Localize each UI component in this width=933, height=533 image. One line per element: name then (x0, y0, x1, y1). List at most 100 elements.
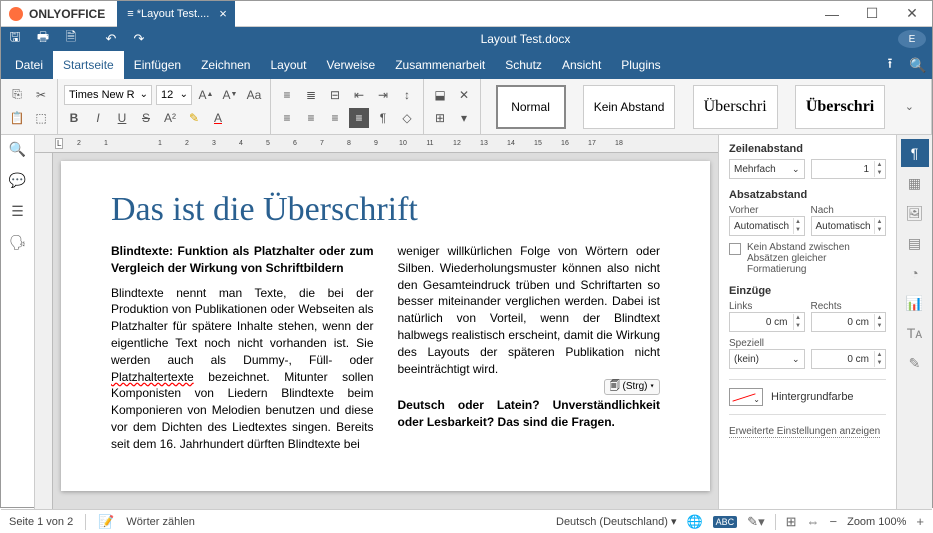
indent-inc-button[interactable]: ⇥ (373, 85, 393, 105)
tab-header-icon[interactable]: ▤ (901, 229, 929, 257)
special-indent[interactable]: (kein) (729, 349, 805, 369)
align-center-button[interactable]: ≡ (301, 108, 321, 128)
comments-icon[interactable]: 💬 (9, 172, 26, 189)
quickprint-icon[interactable]: 🗎 (57, 28, 85, 50)
language-indicator[interactable]: Deutsch (Deutschland) ▾ (556, 515, 676, 528)
align-right-button[interactable]: ≡ (325, 108, 345, 128)
increase-font-icon[interactable]: A▲ (196, 85, 216, 105)
body-paragraph[interactable]: weniger willkürlichen Folge von Wörtern … (398, 243, 661, 377)
tab-signature-icon[interactable]: ✎ (901, 349, 929, 377)
tab-shape-icon[interactable]: ◔ (901, 259, 929, 287)
special-indent-value[interactable]: 0 cm▲▼ (811, 349, 887, 369)
insert-field-button[interactable]: ⊞ (430, 108, 450, 128)
style-heading1[interactable]: Überschri (693, 85, 778, 129)
line-spacing-button[interactable]: ↕ (397, 85, 417, 105)
close-button[interactable]: ✕ (892, 1, 932, 27)
menu-file[interactable]: Datei (5, 51, 53, 79)
body-paragraph[interactable]: Blindtexte nennt man Texte, die bei der … (111, 285, 374, 453)
superscript-button[interactable]: A² (160, 108, 180, 128)
redo-icon[interactable]: ↷ (125, 31, 153, 47)
menu-view[interactable]: Ansicht (552, 51, 611, 79)
indent-right[interactable]: 0 cm▲▼ (811, 312, 887, 332)
italic-button[interactable]: I (88, 108, 108, 128)
track-changes-icon[interactable]: ✎▾ (747, 514, 764, 530)
abc-icon[interactable]: ABC (713, 516, 738, 528)
menu-plugins[interactable]: Plugins (611, 51, 670, 79)
tab-textart-icon[interactable]: Tᴀ (901, 319, 929, 347)
change-case-icon[interactable]: Aa (244, 85, 264, 105)
menu-insert[interactable]: Einfügen (124, 51, 191, 79)
tab-paragraph-icon[interactable]: ¶ (901, 139, 929, 167)
zoom-in-icon[interactable]: + (916, 514, 924, 529)
user-avatar[interactable]: E (898, 30, 926, 48)
spacing-after[interactable]: Automatisch▲▼ (811, 216, 887, 236)
advanced-settings-link[interactable]: Erweiterte Einstellungen anzeigen (729, 426, 880, 438)
tab-close-icon[interactable]: × (219, 6, 227, 21)
checkbox-icon[interactable] (729, 243, 741, 255)
style-normal[interactable]: Normal (496, 85, 566, 129)
decrease-font-icon[interactable]: A▼ (220, 85, 240, 105)
horizontal-ruler[interactable]: L 21123456789101112131415161718 (35, 135, 718, 153)
dropdown-button[interactable]: ▾ (454, 108, 474, 128)
indent-left[interactable]: 0 cm▲▼ (729, 312, 805, 332)
minimize-button[interactable]: — (812, 1, 852, 27)
style-gallery-expand[interactable]: ⌄ (900, 100, 918, 113)
subheading-1[interactable]: Blindtexte: Funktion als Platzhalter ode… (111, 243, 374, 277)
tab-table-icon[interactable]: ▦ (901, 169, 929, 197)
select-icon[interactable]: ⬚ (31, 108, 51, 128)
no-spacing-checkbox[interactable]: Kein Abstand zwischen Absätzen gleicher … (729, 242, 886, 275)
menu-collab[interactable]: Zusammenarbeit (385, 51, 495, 79)
bold-button[interactable]: B (64, 108, 84, 128)
nonprinting-button[interactable]: ¶ (373, 108, 393, 128)
align-left-button[interactable]: ≡ (277, 108, 297, 128)
paste-icon[interactable]: 📋 (7, 108, 27, 128)
save-icon[interactable]: 🖫 (1, 28, 29, 50)
align-justify-button[interactable]: ≡ (349, 108, 369, 128)
style-heading1-bold[interactable]: Überschri (795, 85, 885, 129)
line-spacing-mode[interactable]: Mehrfach (729, 159, 805, 179)
spellcheck-icon[interactable]: 🌐 (686, 514, 702, 530)
document-tab[interactable]: ≡ *Layout Test.... × (117, 1, 235, 27)
maximize-button[interactable]: ☐ (852, 1, 892, 27)
menu-draw[interactable]: Zeichnen (191, 51, 260, 79)
spellcheck-marked[interactable]: Platzhaltertexte (111, 370, 194, 384)
menu-protect[interactable]: Schutz (495, 51, 552, 79)
navigation-icon[interactable]: ☰ (11, 203, 24, 220)
line-spacing-value[interactable]: 1▲▼ (811, 159, 887, 179)
undo-icon[interactable]: ↶ (97, 31, 125, 47)
tab-chart-icon[interactable]: 📊 (901, 289, 929, 317)
menu-home[interactable]: Startseite (53, 51, 124, 79)
font-select[interactable]: Times New R (64, 85, 152, 105)
menu-layout[interactable]: Layout (260, 51, 316, 79)
page-indicator[interactable]: Seite 1 von 2 (9, 516, 73, 528)
zoom-level[interactable]: Zoom 100% (847, 516, 906, 528)
style-no-spacing[interactable]: Kein Abstand (583, 85, 676, 129)
menu-references[interactable]: Verweise (317, 51, 386, 79)
tab-image-icon[interactable]: 🖼 (901, 199, 929, 227)
bg-color-picker[interactable] (729, 388, 763, 406)
cut-icon[interactable]: ✂ (31, 85, 51, 105)
print-icon[interactable]: 🖶 (29, 28, 57, 50)
wordcount-icon[interactable]: 📝 (98, 514, 114, 530)
document-canvas[interactable]: Das ist die Überschrift Blindtexte: Funk… (53, 153, 718, 509)
numbering-button[interactable]: ≣ (301, 85, 321, 105)
zoom-out-icon[interactable]: − (830, 514, 838, 529)
multilevel-button[interactable]: ⊟ (325, 85, 345, 105)
bullets-button[interactable]: ≡ (277, 85, 297, 105)
paste-options-chip[interactable]: 🗐 (Strg) ▾ (604, 379, 660, 395)
find-icon[interactable]: 🔍 (9, 141, 26, 158)
strike-button[interactable]: S (136, 108, 156, 128)
vertical-ruler[interactable] (35, 153, 53, 509)
feedback-icon[interactable]: 🗣 (9, 234, 27, 251)
font-color-button[interactable]: A (208, 108, 228, 128)
highlight-button[interactable]: ✎ (184, 108, 204, 128)
copy-icon[interactable]: ⎘ (7, 85, 27, 105)
indent-dec-button[interactable]: ⇤ (349, 85, 369, 105)
shading-button[interactable]: ◇ (397, 108, 417, 128)
heading-1[interactable]: Das ist die Überschrift (111, 191, 660, 229)
wordcount-label[interactable]: Wörter zählen (126, 516, 194, 528)
search-icon[interactable]: 🔍 (904, 51, 932, 79)
underline-button[interactable]: U (112, 108, 132, 128)
clear-style-button[interactable]: ✕ (454, 85, 474, 105)
subheading-2[interactable]: Deutsch oder Latein? Unverständlichkeit … (398, 397, 661, 431)
